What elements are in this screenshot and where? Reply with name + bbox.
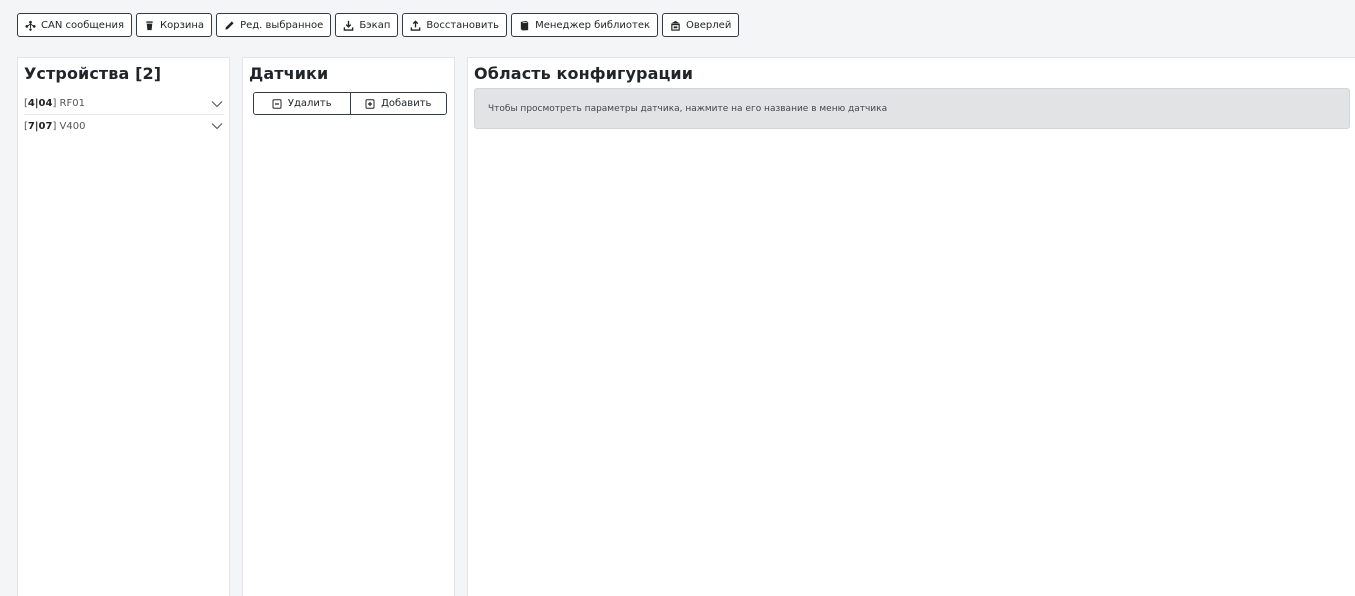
share-nodes-icon (25, 20, 36, 31)
file-minus-icon (272, 98, 282, 109)
sensor-actions: Удалить Добавить (253, 92, 447, 115)
overlay-button[interactable]: Оверлей (662, 13, 740, 37)
pencil-icon (224, 20, 235, 31)
sensors-panel: Датчики Удалить Добавить (242, 57, 455, 596)
device-name: V400 (59, 120, 86, 132)
device-item-rf01[interactable]: [4|04] RF01 (24, 93, 224, 115)
trash-button[interactable]: Корзина (136, 13, 213, 37)
file-plus-icon (365, 98, 375, 109)
upload-icon (410, 19, 421, 31)
device-item-v400[interactable]: [7|07] V400 (24, 115, 224, 137)
delete-sensor-button[interactable]: Удалить (254, 93, 350, 114)
add-sensor-label: Добавить (381, 98, 432, 109)
device-name: RF01 (59, 98, 85, 109)
backup-button[interactable]: Бэкап (335, 13, 399, 37)
overlay-icon (670, 20, 681, 31)
device-item-label: [4|04] RF01 (24, 98, 85, 109)
config-hint: Чтобы просмотреть параметры датчика, наж… (474, 88, 1350, 129)
toolbar: CAN сообщения Корзина Ред. выбранное Бэк… (17, 13, 740, 37)
edit-selected-button[interactable]: Ред. выбранное (216, 13, 332, 37)
device-id: 4|04 (27, 98, 53, 109)
device-id: 7|07 (27, 120, 53, 132)
device-list: [4|04] RF01 [7|07] V400 (24, 93, 224, 137)
can-messages-button[interactable]: CAN сообщения (17, 13, 133, 37)
restore-button[interactable]: Восстановить (402, 13, 508, 37)
can-messages-label: CAN сообщения (41, 19, 125, 31)
library-manager-label: Менеджер библиотек (535, 19, 651, 31)
devices-panel: Устройства [2] [4|04] RF01 [7|07] V400 (17, 57, 230, 596)
book-icon (519, 20, 530, 31)
library-manager-button[interactable]: Менеджер библиотек (511, 13, 659, 37)
add-sensor-button[interactable]: Добавить (349, 93, 446, 114)
chevron-down-icon[interactable] (211, 100, 223, 108)
download-icon (343, 20, 354, 31)
delete-sensor-label: Удалить (287, 98, 332, 109)
devices-title: Устройства [2] (24, 64, 162, 83)
edit-selected-label: Ред. выбранное (240, 19, 324, 31)
backup-label: Бэкап (359, 19, 391, 31)
device-item-label: [7|07] V400 (24, 120, 86, 132)
trash-label: Корзина (160, 19, 205, 31)
chevron-down-icon[interactable] (211, 122, 223, 130)
sensors-title: Датчики (249, 64, 329, 83)
config-title: Область конфигурации (474, 64, 694, 83)
restore-label: Восстановить (426, 19, 500, 31)
overlay-label: Оверлей (686, 19, 732, 31)
trash-icon (144, 20, 155, 31)
config-panel: Область конфигурации Чтобы просмотреть п… (467, 57, 1355, 596)
